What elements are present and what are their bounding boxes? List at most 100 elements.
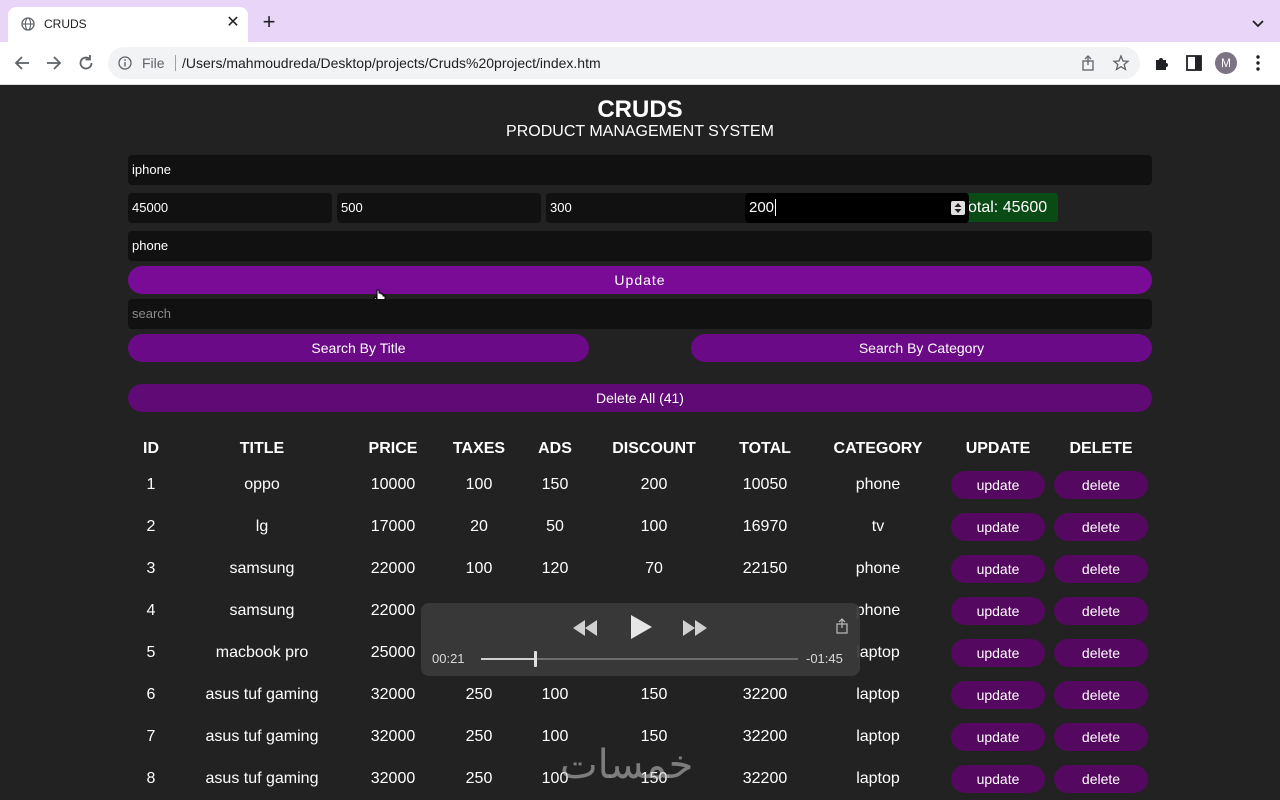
- cell-price: 22000: [370, 560, 416, 577]
- profile-avatar[interactable]: M: [1215, 52, 1237, 74]
- fast-forward-icon[interactable]: [681, 617, 709, 639]
- cell-category: laptop: [856, 686, 900, 703]
- forward-arrow-icon[interactable]: [44, 53, 64, 73]
- cell-taxes: 250: [465, 770, 493, 787]
- row-delete-button[interactable]: delete: [1054, 681, 1148, 709]
- total-text: Total: 45600: [966, 199, 1048, 216]
- cell-taxes: 250: [465, 686, 493, 703]
- cell-category: laptop: [856, 728, 900, 745]
- cell-id: 6: [146, 686, 156, 703]
- close-tab-icon[interactable]: ✕: [224, 14, 242, 32]
- header-total: TOTAL: [739, 440, 791, 457]
- row-update-button[interactable]: update: [951, 639, 1045, 667]
- cell-discount: 70: [645, 560, 663, 577]
- row-update-button[interactable]: update: [951, 765, 1045, 793]
- price-input[interactable]: 45000: [128, 193, 332, 223]
- row-delete-button[interactable]: delete: [1054, 555, 1148, 583]
- row-update-button[interactable]: update: [951, 681, 1045, 709]
- chevron-down-icon[interactable]: [1249, 14, 1267, 32]
- reload-icon[interactable]: [76, 53, 96, 73]
- side-panel-icon[interactable]: [1185, 54, 1203, 72]
- update-button[interactable]: Update: [128, 266, 1152, 294]
- elapsed-time: 00:21: [432, 651, 465, 666]
- share-icon[interactable]: [835, 618, 849, 634]
- more-menu-icon[interactable]: [1250, 54, 1266, 72]
- cell-ads: 100: [541, 686, 569, 703]
- cell-total: 10050: [742, 476, 788, 493]
- cell-id: 2: [146, 518, 156, 535]
- browser-tab-bar: CRUDS ✕ +: [0, 0, 1280, 42]
- row-update-button[interactable]: update: [951, 513, 1045, 541]
- row-delete-button[interactable]: delete: [1054, 513, 1148, 541]
- header-price: PRICE: [368, 440, 418, 457]
- extensions-icon[interactable]: [1152, 53, 1172, 73]
- row-update-button[interactable]: update: [951, 597, 1045, 625]
- cell-title: asus tuf gaming: [205, 770, 319, 787]
- ads-input[interactable]: 300: [546, 193, 750, 223]
- discount-value: 200: [749, 199, 775, 216]
- cell-total: 32200: [742, 770, 788, 787]
- cell-ads: 120: [541, 560, 569, 577]
- search-by-category-button[interactable]: Search By Category: [691, 334, 1152, 362]
- cell-total: 32200: [742, 728, 788, 745]
- cell-title: asus tuf gaming: [205, 686, 319, 703]
- new-tab-button[interactable]: +: [258, 11, 280, 34]
- tab-title: CRUDS: [44, 17, 87, 31]
- address-divider: [175, 55, 176, 71]
- taxes-input[interactable]: 500: [337, 193, 541, 223]
- cell-id: 3: [146, 560, 156, 577]
- cell-discount: 150: [640, 686, 668, 703]
- seek-bar[interactable]: [481, 651, 798, 667]
- cell-price: 17000: [370, 518, 416, 535]
- delete-all-button[interactable]: Delete All (41): [128, 384, 1152, 412]
- rewind-icon[interactable]: [571, 617, 599, 639]
- cell-title: samsung: [229, 602, 295, 619]
- row-delete-button[interactable]: delete: [1054, 639, 1148, 667]
- cell-ads: 50: [546, 518, 564, 535]
- title-input[interactable]: iphone: [128, 155, 1152, 185]
- row-update-button[interactable]: update: [951, 555, 1045, 583]
- cell-taxes: 100: [465, 476, 493, 493]
- row-update-button[interactable]: update: [951, 723, 1045, 751]
- url-text[interactable]: /Users/mahmoudreda/Desktop/projects/Crud…: [182, 55, 601, 71]
- cell-discount: 100: [640, 518, 668, 535]
- file-scheme-label: File: [142, 55, 165, 71]
- bookmark-star-icon[interactable]: [1112, 54, 1130, 72]
- back-arrow-icon[interactable]: [12, 53, 32, 73]
- discount-input[interactable]: 200: [745, 193, 969, 223]
- row-update-button[interactable]: update: [951, 471, 1045, 499]
- seek-thumb[interactable]: [533, 651, 537, 667]
- cell-taxes: 100: [465, 560, 493, 577]
- browser-toolbar: File /Users/mahmoudreda/Desktop/projects…: [0, 42, 1280, 85]
- cell-category: phone: [855, 476, 901, 493]
- search-input[interactable]: search: [128, 299, 1152, 329]
- cell-id: 5: [146, 644, 156, 661]
- cell-id: 8: [146, 770, 156, 787]
- cell-title: oppo: [244, 476, 280, 493]
- text-caret: [775, 199, 777, 216]
- cell-ads: 150: [541, 476, 569, 493]
- row-delete-button[interactable]: delete: [1054, 597, 1148, 625]
- cell-category: phone: [855, 560, 901, 577]
- spinner-arrows-icon[interactable]: [951, 201, 965, 215]
- cell-total: 16970: [742, 518, 788, 535]
- header-category: CATEGORY: [833, 440, 923, 457]
- category-input[interactable]: phone: [128, 231, 1152, 261]
- search-placeholder: search: [132, 306, 172, 321]
- browser-tab[interactable]: CRUDS ✕: [8, 7, 248, 42]
- row-delete-button[interactable]: delete: [1054, 723, 1148, 751]
- row-delete-button[interactable]: delete: [1054, 471, 1148, 499]
- row-delete-button[interactable]: delete: [1054, 765, 1148, 793]
- cell-id: 1: [146, 476, 156, 493]
- play-icon[interactable]: [628, 613, 654, 641]
- total-badge: Total: 45600: [966, 193, 1058, 222]
- header-taxes: TAXES: [452, 440, 506, 457]
- page-subtitle: PRODUCT MANAGEMENT SYSTEM: [506, 123, 774, 140]
- video-player-overlay[interactable]: 00:21 -01:45: [421, 603, 860, 676]
- search-by-title-button[interactable]: Search By Title: [128, 334, 589, 362]
- address-bar[interactable]: File /Users/mahmoudreda/Desktop/projects…: [108, 47, 1140, 79]
- info-icon[interactable]: [118, 56, 132, 70]
- share-icon[interactable]: [1080, 55, 1096, 71]
- header-id: ID: [143, 440, 159, 457]
- header-delete: DELETE: [1069, 440, 1133, 457]
